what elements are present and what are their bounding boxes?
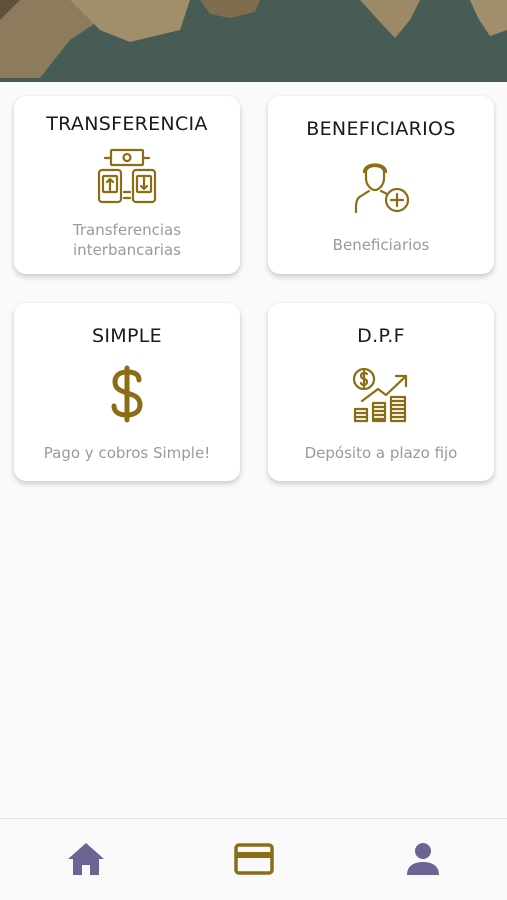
transferencia-card[interactable]: TRANSFERENCIA Transferencias interbancar… — [14, 96, 240, 274]
simple-card[interactable]: SIMPLE Pago y cobros Simple! — [14, 303, 240, 481]
home-icon — [68, 843, 104, 875]
beneficiarios-title: BENEFICIARIOS — [306, 118, 456, 140]
beneficiarios-subtitle: Beneficiarios — [332, 236, 430, 254]
bottom-navigation — [0, 818, 507, 900]
add-user-icon — [351, 156, 411, 220]
dpf-card[interactable]: D.P.F Depósito a plazo fijo — [268, 303, 494, 481]
dollar-icon — [107, 365, 147, 427]
bank-transfer-icon — [97, 148, 157, 210]
beneficiarios-card[interactable]: BENEFICIARIOS Beneficiarios — [268, 96, 494, 274]
nav-home-button[interactable] — [64, 841, 108, 881]
credit-card-icon — [234, 843, 274, 875]
simple-title: SIMPLE — [92, 325, 162, 347]
profile-icon — [407, 843, 439, 875]
nav-profile-button[interactable] — [401, 841, 445, 881]
dpf-title: D.P.F — [357, 325, 405, 347]
nav-cards-button[interactable] — [232, 841, 276, 881]
app-screen: TRANSFERENCIA Transferencias interbancar… — [0, 0, 507, 900]
header-banner — [0, 0, 507, 82]
investment-growth-icon — [352, 363, 410, 427]
banner-decoration-image — [0, 0, 507, 82]
dpf-subtitle: Depósito a plazo fijo — [304, 444, 458, 462]
transferencia-title: TRANSFERENCIA — [46, 113, 208, 135]
simple-subtitle: Pago y cobros Simple! — [43, 444, 211, 462]
transferencia-subtitle-line2: interbancarias — [73, 241, 181, 259]
transferencia-subtitle-line1: Transferencias — [72, 221, 182, 239]
